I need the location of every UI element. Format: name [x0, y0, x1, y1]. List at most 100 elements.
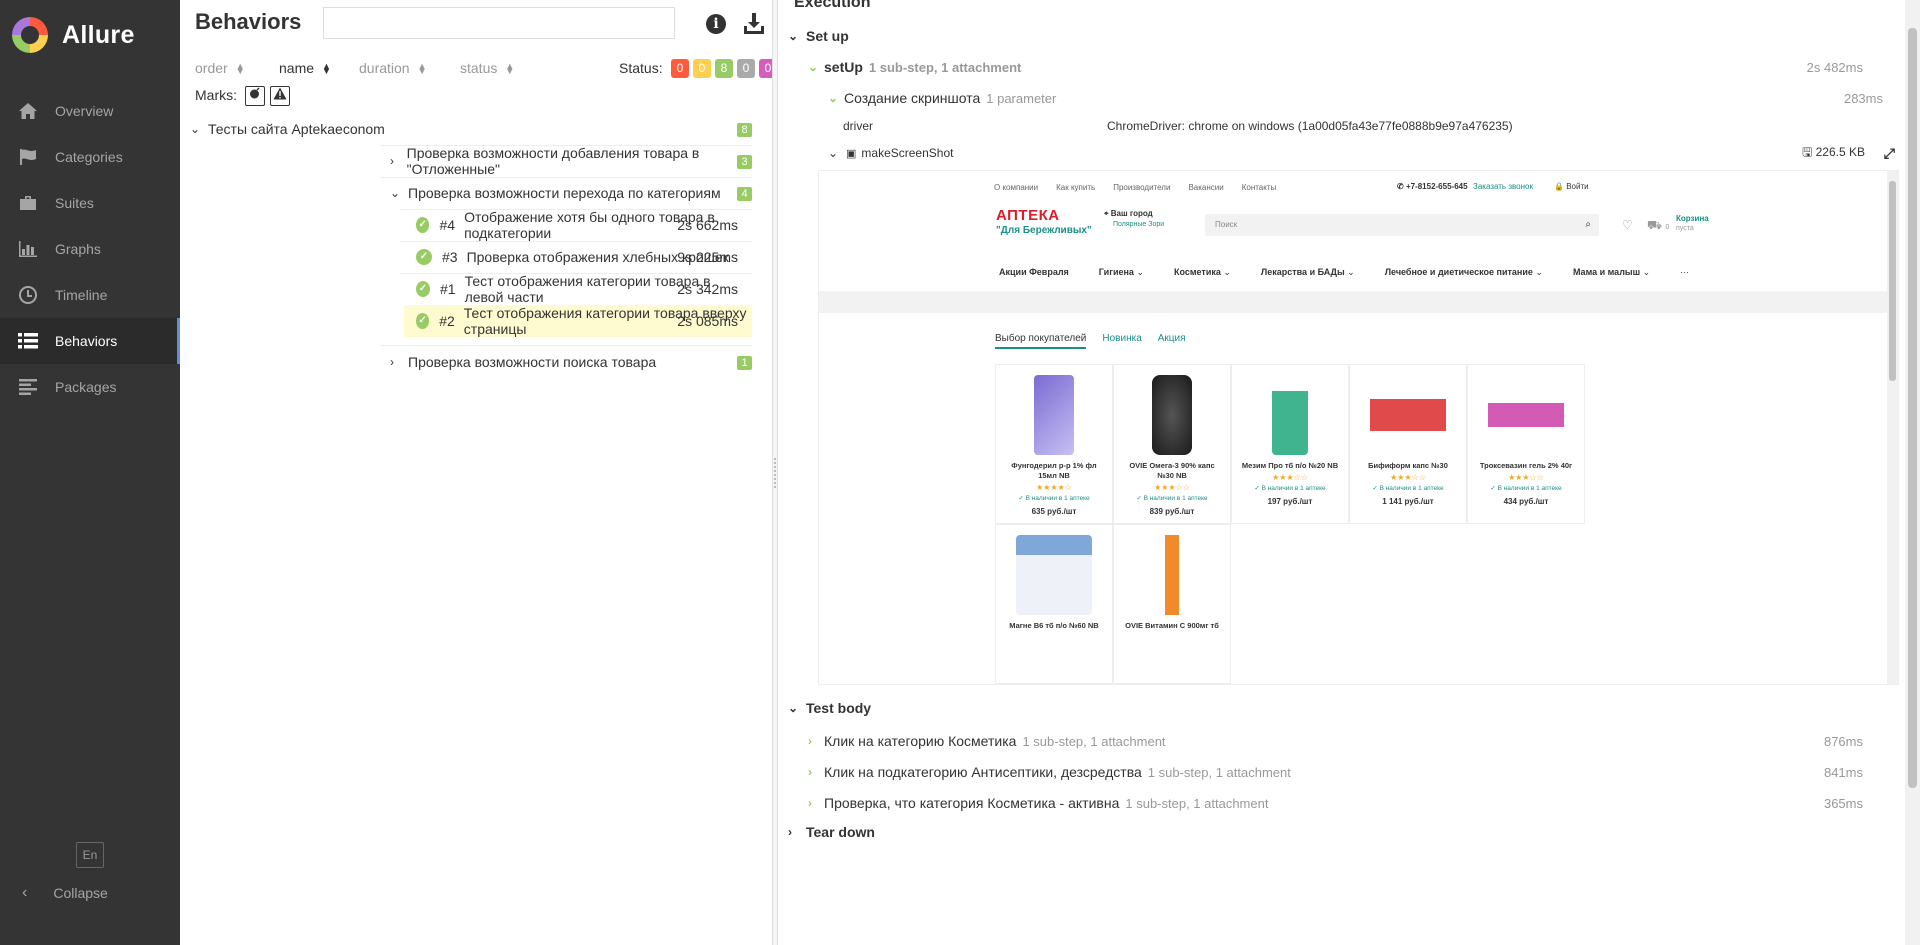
- teardown-section-toggle[interactable]: › Tear down: [788, 824, 875, 840]
- sidebar-item-suites[interactable]: Suites: [0, 180, 180, 226]
- screenshot-preview[interactable]: О компании Как купить Производители Вака…: [818, 170, 1899, 685]
- shot-category-label: Акции Февраля: [999, 267, 1069, 277]
- product-rating: ★★★☆☆: [1390, 473, 1426, 482]
- test-case-row-selected[interactable]: ✓ #2 Тест отображения категории товара в…: [404, 305, 752, 337]
- chevron-down-icon: ⌄: [190, 122, 201, 136]
- test-body-step[interactable]: › Клик на подкатегорию Антисептики, дезс…: [808, 762, 1883, 782]
- sidebar-item-label: Suites: [55, 195, 94, 211]
- chevron-right-icon: ›: [390, 154, 394, 168]
- step-duration: 876ms: [1823, 733, 1863, 749]
- sort-status[interactable]: status ▲ ▼: [460, 60, 514, 76]
- execution-title: Execution: [794, 0, 871, 11]
- shot-logo-sub: "Для Бережливых": [996, 225, 1092, 236]
- step-meta: 1 sub-step, 1 attachment: [1125, 795, 1269, 811]
- sidebar-item-label: Behaviors: [55, 333, 118, 349]
- step-name: Клик на категорию Косметика: [824, 733, 1017, 749]
- sort-name[interactable]: name ▲ ▼: [279, 60, 331, 76]
- chevron-down-icon: ⌄: [788, 701, 799, 715]
- bomb-icon: [250, 87, 260, 99]
- collapse-button[interactable]: ‹ Collapse: [0, 880, 180, 906]
- flag-icon: [18, 147, 38, 167]
- flaky-mark-toggle[interactable]: [245, 86, 265, 106]
- shot-login: 🔒 Войти: [1554, 182, 1589, 191]
- setup-step[interactable]: ⌄ setUp 1 sub-step, 1 attachment 2s 482m…: [808, 57, 1883, 77]
- step-meta: 1 sub-step, 1 attachment: [1022, 733, 1166, 749]
- attachment-name: makeScreenShot: [861, 146, 954, 160]
- product-name: OVIE Омега-3 90% капс №30 NB: [1129, 461, 1215, 480]
- status-broken-toggle[interactable]: 0: [693, 59, 711, 78]
- new-failed-mark-toggle[interactable]: [270, 86, 290, 106]
- shot-cart-count: 0: [1665, 224, 1670, 231]
- status-failed-toggle[interactable]: 0: [671, 59, 689, 78]
- sort-order[interactable]: order ▲ ▼: [195, 60, 245, 76]
- sidebar-item-label: Overview: [55, 103, 114, 119]
- test-body-section-toggle[interactable]: ⌄ Test body: [788, 700, 871, 716]
- sidebar-item-overview[interactable]: Overview: [0, 88, 180, 134]
- sidebar-item-timeline[interactable]: Timeline: [0, 272, 180, 318]
- setup-section-toggle[interactable]: ⌄ Set up: [788, 28, 849, 44]
- sidebar-item-packages[interactable]: Packages: [0, 364, 180, 410]
- test-body-step[interactable]: › Проверка, что категория Косметика - ак…: [808, 793, 1883, 813]
- setup-label: Set up: [806, 28, 849, 44]
- expand-icon[interactable]: ⤢: [1884, 145, 1895, 162]
- step-meta: 1 sub-step, 1 attachment: [868, 59, 1022, 75]
- sidebar-item-label: Graphs: [55, 241, 101, 257]
- home-icon: [18, 101, 38, 121]
- shot-product-card: OVIE Витамин С 900мг тб: [1113, 524, 1231, 684]
- test-case-row[interactable]: ✓ #1 Тест отображения категории товара в…: [404, 273, 752, 305]
- shot-login-label: Войти: [1566, 182, 1589, 191]
- scrollbar-thumb[interactable]: [1889, 181, 1896, 381]
- shot-callback: Заказать звонок: [1473, 182, 1533, 191]
- allure-logo[interactable]: Allure: [12, 16, 135, 54]
- status-skipped-toggle[interactable]: 0: [737, 59, 755, 78]
- tree-group-label: Проверка возможности перехода по категор…: [408, 185, 721, 201]
- test-body-step[interactable]: › Клик на категорию Косметика 1 sub-step…: [808, 731, 1883, 751]
- tree-group[interactable]: › Проверка возможности поиска товара 1: [390, 346, 752, 378]
- step-meta: 1 sub-step, 1 attachment: [1147, 764, 1291, 780]
- sidebar-item-behaviors[interactable]: Behaviors: [0, 318, 180, 364]
- product-rating: ★★★☆☆: [1154, 483, 1190, 492]
- language-button[interactable]: En: [76, 842, 104, 868]
- shot-category-nav: Акции Февраля Гигиена ⌄ Косметика ⌄ Лека…: [999, 267, 1719, 278]
- product-image: [1016, 535, 1092, 615]
- shot-topnav-item: Производители: [1113, 183, 1171, 192]
- test-body-label: Test body: [806, 700, 872, 716]
- test-case-duration: 2s 085ms: [677, 313, 738, 329]
- tree-group[interactable]: › Проверка возможности добавления товара…: [390, 145, 752, 177]
- sort-order-label: order: [195, 60, 228, 76]
- marks-bar: Marks:: [195, 86, 290, 107]
- product-image: [1488, 375, 1564, 455]
- screenshot-substep[interactable]: ⌄ Создание скриншота 1 parameter 283ms: [828, 88, 1883, 108]
- test-case-row[interactable]: ✓ #3 Проверка отображения хлебных крошек…: [404, 241, 752, 273]
- shot-logo: АПТЕКА "Для Бережливых": [996, 207, 1092, 236]
- image-icon: ▣: [846, 147, 857, 160]
- sort-duration[interactable]: duration ▲ ▼: [359, 60, 427, 76]
- shot-topnav-item: Как купить: [1056, 183, 1096, 192]
- chevron-down-icon: ⌄: [808, 60, 819, 74]
- step-duration: 841ms: [1823, 764, 1863, 780]
- shot-logo-main: АПТЕКА: [996, 207, 1060, 224]
- shot-topnav-item: Контакты: [1241, 183, 1277, 192]
- chevron-right-icon: ›: [390, 355, 394, 369]
- execution-pane: Execution ⌄ Set up ⌄ setUp 1 sub-step, 1…: [778, 0, 1905, 945]
- shot-category-item: Лечебное и диетическое питание ⌄: [1384, 267, 1543, 277]
- test-case-number: #4: [439, 217, 456, 233]
- search-input[interactable]: [323, 7, 675, 39]
- attachment-row[interactable]: ⌄ ▣ makeScreenShot 🖫 226.5 KB ⤢: [828, 143, 1903, 163]
- info-icon[interactable]: i: [706, 14, 726, 34]
- shot-category-label: Гигиена: [1098, 267, 1134, 277]
- product-name: Магне В6 тб п/о №60 NB: [1009, 621, 1099, 630]
- sidebar-item-categories[interactable]: Categories: [0, 134, 180, 180]
- sort-duration-label: duration: [359, 60, 410, 76]
- tree-root[interactable]: ⌄ Тесты сайта Aptekaeconom 8: [190, 113, 752, 145]
- download-icon[interactable]: [742, 12, 766, 36]
- sidebar-item-graphs[interactable]: Graphs: [0, 226, 180, 272]
- attachment-size: 226.5 KB: [1815, 144, 1865, 159]
- chevron-down-icon: ⌄: [390, 186, 401, 200]
- scrollbar-thumb[interactable]: [1908, 28, 1917, 788]
- status-passed-toggle[interactable]: 8: [715, 59, 733, 78]
- tree-group[interactable]: ⌄ Проверка возможности перехода по катег…: [390, 177, 752, 209]
- screenshot-scrollbar[interactable]: [1887, 171, 1898, 684]
- test-case-row[interactable]: ✓ #4 Отображение хотя бы одного товара в…: [404, 209, 752, 241]
- execution-scrollbar[interactable]: [1905, 0, 1920, 945]
